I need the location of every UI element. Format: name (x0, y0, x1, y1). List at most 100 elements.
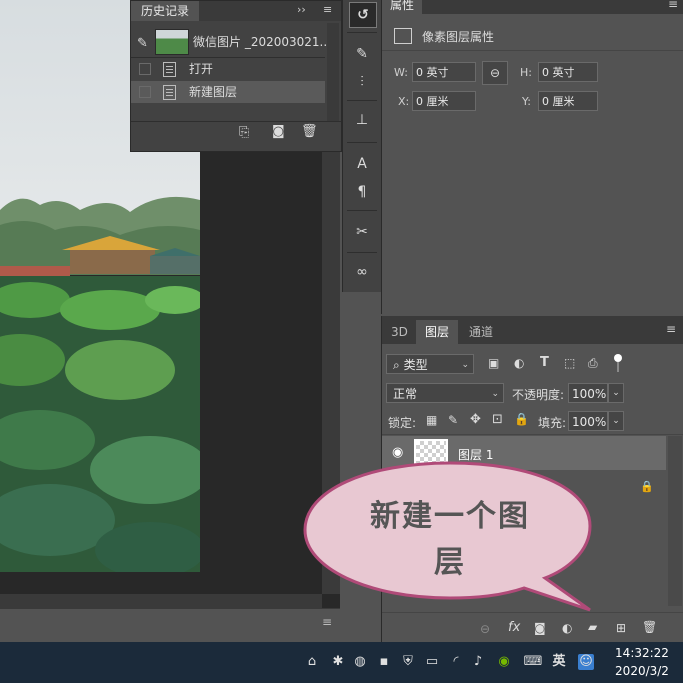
creative-cloud-libraries-icon[interactable]: ∞ (349, 260, 375, 284)
fill-dropdown-icon[interactable]: ⌄ (608, 411, 624, 431)
panel-menu-icon[interactable]: ≡ (666, 322, 676, 336)
lock-position-icon[interactable]: ✥ (470, 412, 481, 427)
blend-mode-select[interactable]: 正常 ⌄ (386, 383, 504, 403)
character-icon[interactable]: A (349, 152, 375, 176)
opacity-field[interactable]: 100% (568, 383, 608, 403)
filter-smart-object-icon[interactable]: ⎙ (588, 356, 598, 371)
chevron-down-icon: ⌄ (491, 389, 499, 399)
lock-icon: 🔒 (640, 480, 654, 493)
layers-scrollbar[interactable] (668, 436, 682, 606)
blend-mode-value: 正常 (393, 387, 418, 401)
trash-icon[interactable]: 🗑 (301, 124, 318, 139)
fill-field[interactable]: 100% (568, 411, 608, 431)
filter-toggle[interactable] (614, 354, 622, 362)
link-dimensions-icon[interactable]: ⊖ (482, 61, 508, 85)
history-panel-title[interactable]: 历史记录 (131, 1, 200, 21)
height-label: H: (520, 66, 532, 79)
filter-kind-select[interactable]: ⌕ 类型 ⌄ (386, 354, 474, 374)
callout-text: 新建一个图 层 (330, 494, 570, 586)
width-field[interactable]: 0 英寸 (412, 62, 476, 82)
lock-all-icon[interactable]: 🔒 (514, 412, 529, 426)
wechat-icon[interactable]: ◍ (352, 654, 368, 670)
collapse-icon[interactable]: ›› (297, 3, 306, 16)
filter-pixel-icon[interactable]: ▣ (488, 356, 499, 370)
opacity-dropdown-icon[interactable]: ⌄ (608, 383, 624, 403)
volume-icon[interactable]: ♪ (470, 654, 486, 670)
filter-kind-value: 类型 (403, 358, 428, 372)
document-icon (163, 85, 176, 100)
history-panel: 历史记录 ›› ≡ ✎ 微信图片 _202003021... 打开 新建图层 ⎘… (130, 0, 342, 152)
keyboard-icon[interactable]: ⌨ (522, 654, 544, 670)
nvidia-icon[interactable]: ◉ (496, 654, 512, 670)
x-field[interactable]: 0 厘米 (412, 91, 476, 111)
bluetooth-icon[interactable]: ✱ (330, 654, 346, 670)
display-icon[interactable]: ▪ (376, 654, 392, 670)
brush-icon[interactable]: ✎ (349, 42, 375, 66)
camera-icon[interactable]: ◙ (272, 124, 285, 139)
history-item-label: 新建图层 (189, 85, 238, 99)
battery-icon[interactable]: ▭ (424, 654, 440, 670)
history-item[interactable]: 打开 (131, 58, 325, 80)
tab-3d[interactable]: 3D (382, 320, 417, 344)
filter-adjustment-icon[interactable]: ◐ (514, 356, 524, 370)
clock-time: 14:32:22 (615, 646, 669, 660)
windows-taskbar: ⌂ ✱ ◍ ▪ ⛨ ▭ ◜ ♪ ◉ ⌨ 英 ☺ 14:32:22 2020/3/… (0, 642, 683, 683)
filter-shape-icon[interactable]: ⬚ (564, 356, 575, 370)
lock-label: 锁定: (388, 416, 417, 430)
adjustment-layer-icon[interactable]: ◐ (562, 621, 572, 635)
clock[interactable]: 14:32:22 2020/3/2 (604, 644, 680, 680)
add-mask-icon[interactable]: ◙ (534, 621, 546, 635)
y-label: Y: (522, 95, 531, 108)
y-field[interactable]: 0 厘米 (538, 91, 598, 111)
snapshot-label: 微信图片 _202003021... (193, 35, 331, 49)
new-document-from-state-icon[interactable]: ⎘ (239, 125, 249, 140)
properties-panel-title[interactable]: 属性 (382, 0, 423, 14)
document-icon (163, 62, 176, 77)
panel-menu-icon[interactable]: ≡ (323, 3, 332, 16)
history-panel-header: 历史记录 ›› ≡ (131, 1, 341, 21)
x-label: X: (398, 95, 410, 108)
fx-icon[interactable]: fx (508, 620, 520, 635)
history-checkbox[interactable] (139, 86, 151, 98)
callout-line-2: 层 (434, 545, 466, 580)
history-brush-icon[interactable]: ✎ (137, 33, 148, 55)
trash-icon[interactable]: 🗑 (642, 620, 657, 634)
history-item-selected[interactable]: 新建图层 (131, 81, 325, 103)
tab-channels[interactable]: 通道 (460, 320, 502, 344)
input-method-label[interactable]: 英 (551, 654, 567, 670)
security-shield-icon[interactable]: ⛨ (400, 654, 416, 670)
panel-icon-strip: ↺ ✎ ⫶ ⊥ A ¶ ✂ ∞ (342, 0, 382, 292)
tool-presets-icon[interactable]: ✂ (349, 220, 375, 244)
panel-menu-icon[interactable]: ≡ (668, 0, 678, 11)
canvas-horizontal-scrollbar[interactable] (0, 594, 322, 608)
snapshot-thumbnail (155, 29, 189, 55)
layers-panel-header: 3D 图层 通道 ≡ (382, 316, 683, 344)
history-snapshot[interactable]: ✎ 微信图片 _202003021... (131, 27, 331, 57)
wifi-icon[interactable]: ◜ (448, 654, 464, 670)
user-avatar-icon[interactable]: ☺ (578, 654, 594, 670)
new-layer-icon[interactable]: ⊞ (616, 621, 626, 635)
tab-layers[interactable]: 图层 (416, 320, 459, 344)
clock-date: 2020/3/2 (615, 664, 669, 678)
properties-panel-header: 属性 ≡ (382, 0, 683, 14)
new-group-icon[interactable]: ▰ (588, 620, 597, 634)
link-layers-icon[interactable]: ⊖ (480, 622, 490, 636)
network-drive-icon[interactable]: ⌂ (304, 654, 320, 670)
brush-settings-icon[interactable]: ⫶ (349, 70, 375, 94)
clone-source-icon[interactable]: ⊥ (349, 108, 375, 132)
history-item-label: 打开 (189, 62, 214, 76)
canvas-bottom-bar: ≡ (0, 608, 340, 643)
lock-artboard-icon[interactable]: ⊡ (492, 412, 503, 427)
lock-image-icon[interactable]: ✎ (448, 413, 458, 427)
history-scrollbar[interactable] (327, 23, 339, 121)
chevron-down-icon: ⌄ (461, 360, 469, 370)
history-checkbox[interactable] (139, 63, 151, 75)
visibility-eye-icon[interactable]: ◉ (392, 445, 403, 460)
history-panel-icon[interactable]: ↺ (349, 2, 377, 28)
height-field[interactable]: 0 英寸 (538, 62, 598, 82)
paragraph-icon[interactable]: ¶ (349, 180, 375, 204)
opacity-label: 不透明度: (512, 388, 565, 402)
filter-type-icon[interactable]: T (540, 355, 549, 370)
lock-transparent-icon[interactable]: ▦ (426, 413, 437, 427)
width-label: W: (394, 66, 408, 79)
